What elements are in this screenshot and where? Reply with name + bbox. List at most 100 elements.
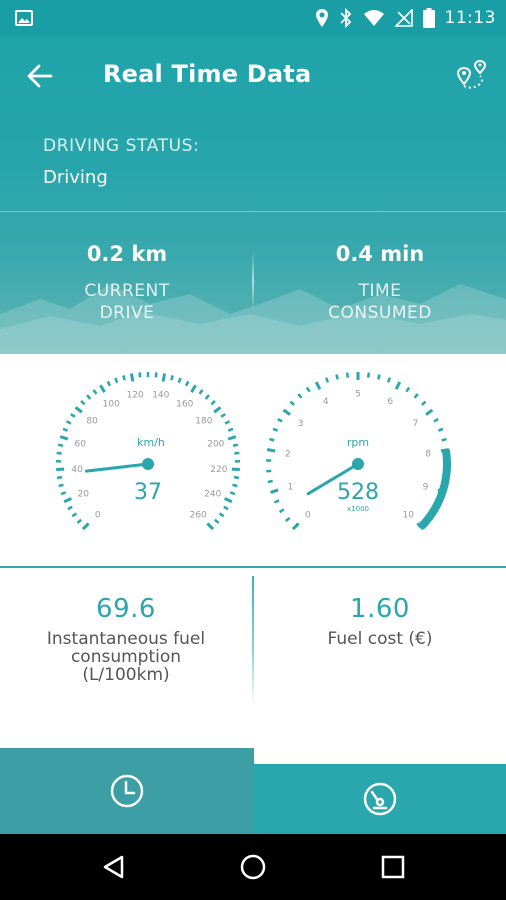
- current-drive-value: 0.2 km: [86, 242, 168, 266]
- gauge-icon: [363, 782, 397, 816]
- rpm-tick-label: 5: [355, 390, 361, 400]
- speed-tick: [122, 375, 126, 381]
- top-app-bar: Real Time Data: [0, 36, 506, 116]
- tab-history[interactable]: [0, 748, 254, 834]
- rpm-unit: rpm: [347, 436, 369, 449]
- fuel-cost-value: 1.60: [350, 594, 410, 624]
- arrow-left-icon: [27, 64, 53, 88]
- speed-tick: [71, 512, 78, 518]
- speed-tick: [70, 412, 76, 418]
- speed-tick: [227, 427, 234, 432]
- speed-tick-label: 80: [86, 417, 98, 427]
- rpm-tick-label: 0: [305, 511, 311, 521]
- fuel-panel: 69.6 Instantaneous fuel consumption (L/1…: [0, 568, 506, 748]
- speed-tick: [229, 491, 236, 496]
- rpm-value: 528: [337, 480, 379, 505]
- rpm-tick: [377, 374, 381, 380]
- speed-tick-label: 160: [176, 400, 193, 410]
- rpm-tick-label: 2: [285, 449, 291, 459]
- rpm-tick: [284, 516, 291, 522]
- tab-realtime[interactable]: [254, 764, 506, 834]
- bluetooth-icon: [339, 8, 351, 28]
- rpm-tick-label: 7: [413, 419, 419, 429]
- header-divider: [0, 211, 506, 212]
- clock-time: 11:13: [444, 8, 496, 28]
- speed-tick-label: 220: [210, 465, 227, 475]
- speed-tick: [214, 518, 220, 524]
- speed-tick: [81, 522, 90, 530]
- speed-tick: [56, 475, 63, 480]
- speed-tick-label: 200: [207, 439, 224, 449]
- current-drive-label-line1: CURRENT: [84, 281, 170, 301]
- fuel-cost-label: Fuel cost (€): [327, 629, 433, 649]
- rpm-tick: [437, 427, 444, 432]
- speed-tick-label: 20: [78, 490, 90, 500]
- speed-tick: [190, 384, 197, 393]
- speed-tick: [65, 420, 72, 425]
- speed-tick: [80, 400, 86, 406]
- status-icons: 11:13: [315, 0, 497, 36]
- nav-home-button[interactable]: [233, 847, 273, 887]
- speed-tick: [232, 443, 239, 447]
- route-map-button[interactable]: [452, 56, 492, 96]
- rpm-tick: [366, 372, 371, 378]
- current-drive-stat: 0.2 km CURRENT DRIVE: [27, 242, 227, 324]
- back-button[interactable]: [20, 56, 60, 96]
- rpm-tick-label: 9: [423, 482, 429, 492]
- status-bar: 11:13: [0, 0, 506, 36]
- time-consumed-label-line1: TIME: [358, 281, 402, 301]
- nav-recents-button[interactable]: [373, 847, 413, 887]
- image-icon: [15, 10, 33, 26]
- speed-tick: [218, 512, 225, 518]
- speed-tick: [58, 483, 64, 488]
- time-consumed-label: TIME CONSUMED: [280, 280, 480, 324]
- rpm-tick-label: 10: [402, 511, 414, 521]
- rpm-tick: [297, 393, 303, 399]
- rpm-tick: [433, 417, 439, 423]
- nav-home-icon: [240, 854, 266, 880]
- speed-needle-hub: [142, 458, 154, 470]
- speed-tick: [198, 389, 204, 395]
- speed-tick-label: 260: [190, 511, 207, 521]
- page-title: Real Time Data: [103, 60, 312, 88]
- rpm-tick: [266, 448, 276, 453]
- speed-tick-label: 140: [152, 391, 169, 401]
- rpm-tick: [314, 381, 322, 390]
- route-map-icon: [456, 59, 487, 89]
- rpm-tick-label: 6: [387, 397, 393, 407]
- speed-tick: [67, 505, 73, 511]
- speed-tick-label: 100: [103, 400, 120, 410]
- speed-tick: [114, 377, 119, 384]
- speed-tick: [170, 375, 174, 381]
- rpm-gauge: 0 1 2 3 4 5 6 7 8 9 10 rpm 528 x1000: [266, 372, 451, 530]
- system-nav-bar: [0, 834, 506, 900]
- speed-tick: [56, 451, 62, 455]
- speed-tick: [60, 491, 67, 496]
- driving-status-value: Driving: [43, 167, 108, 188]
- speed-tick: [161, 373, 167, 382]
- battery-icon: [422, 8, 435, 28]
- speed-tick: [59, 435, 69, 441]
- speed-tick: [224, 420, 231, 425]
- rpm-tick: [305, 386, 311, 393]
- instant-fuel-label-line3: (L/100km): [82, 665, 170, 685]
- rpm-tick: [272, 427, 279, 432]
- rpm-tick: [324, 377, 330, 383]
- rpm-tick-label: 1: [288, 482, 294, 492]
- rpm-tick: [273, 499, 280, 504]
- rpm-tick: [441, 437, 447, 442]
- rpm-tick: [289, 400, 295, 406]
- nav-back-button[interactable]: [94, 847, 134, 887]
- speed-tick-label: 0: [95, 511, 101, 521]
- stats-divider: [252, 251, 254, 311]
- speed-tick-label: 240: [204, 490, 221, 500]
- speed-tick: [234, 451, 240, 455]
- speed-tick-label: 60: [74, 439, 86, 449]
- instant-fuel-stat: 69.6 Instantaneous fuel consumption (L/1…: [20, 594, 232, 684]
- rpm-tick: [405, 386, 411, 393]
- speed-tick: [227, 435, 237, 441]
- rpm-tick: [277, 417, 283, 423]
- speed-tick-label: 180: [195, 417, 212, 427]
- speed-tick: [184, 380, 190, 387]
- current-drive-label: CURRENT DRIVE: [27, 280, 227, 324]
